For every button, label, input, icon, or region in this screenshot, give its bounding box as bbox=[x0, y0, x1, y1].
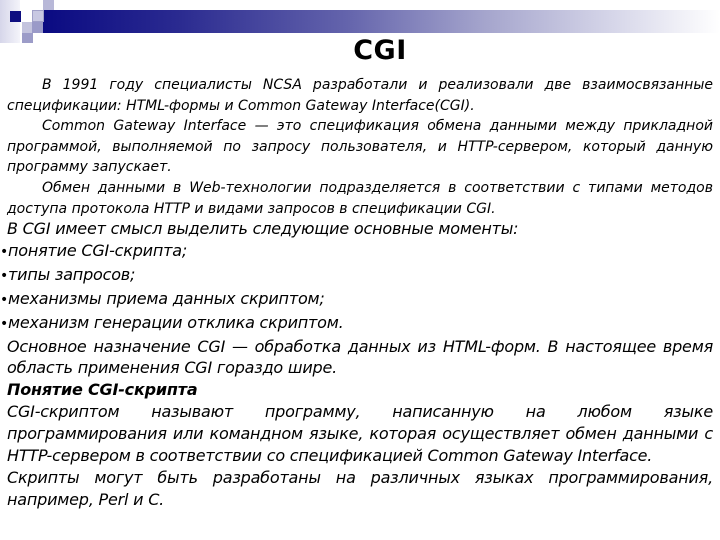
definition-paragraph: CGI-скриптом называют программу, написан… bbox=[7, 402, 713, 466]
list-item-text: механизм генерации отклика скриптом. bbox=[8, 312, 344, 332]
purpose-paragraph: Основное назначение CGI — обработка данн… bbox=[7, 336, 713, 378]
languages-paragraph: Скрипты могут быть разработаны на различ… bbox=[7, 467, 713, 509]
bullet-list: •понятие CGI-скрипта; •типы запросов; •м… bbox=[0, 240, 713, 336]
decor-square bbox=[10, 11, 21, 22]
intro-section: В 1991 году специалисты NCSA разработали… bbox=[7, 75, 713, 219]
main-section: В CGI имеет смысл выделить следующие осн… bbox=[0, 218, 713, 511]
slide-title: CGI bbox=[353, 35, 407, 66]
section-subheading: Понятие CGI-скрипта bbox=[7, 380, 198, 400]
bullet-icon: • bbox=[0, 243, 9, 260]
lead-text: В CGI имеет смысл выделить следующие осн… bbox=[7, 219, 519, 238]
list-item: •механизмы приема данных скриптом; bbox=[0, 288, 713, 312]
bullet-icon: • bbox=[0, 291, 9, 308]
list-item: •типы запросов; bbox=[0, 264, 713, 288]
decor-square bbox=[32, 22, 43, 33]
list-item: •понятие CGI-скрипта; bbox=[0, 240, 713, 264]
bullet-icon: • bbox=[0, 315, 9, 332]
intro-paragraph: В 1991 году специалисты NCSA разработали… bbox=[7, 77, 713, 114]
intro-paragraph: Обмен данными в Web-технологии подраздел… bbox=[7, 179, 713, 217]
decor-square bbox=[32, 10, 44, 22]
list-item-text: механизмы приема данных скриптом; bbox=[8, 288, 325, 308]
list-item-text: типы запросов; bbox=[8, 264, 136, 284]
list-item: •механизм генерации отклика скриптом. bbox=[0, 312, 713, 336]
header-gradient-bar bbox=[42, 10, 720, 33]
bullet-icon: • bbox=[0, 267, 9, 284]
intro-paragraph: Common Gateway Interface — это специфика… bbox=[7, 118, 713, 176]
list-item-text: понятие CGI-скрипта; bbox=[8, 240, 188, 260]
